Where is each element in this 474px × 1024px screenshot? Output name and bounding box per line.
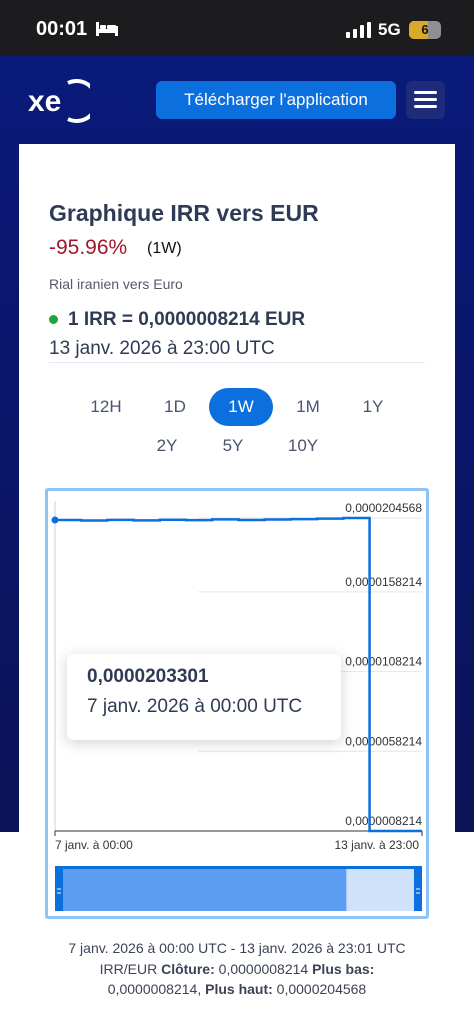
battery-label: 6 <box>421 22 429 37</box>
live-indicator-icon <box>49 315 58 324</box>
tab-10y[interactable]: 10Y <box>281 427 325 465</box>
pair-label: IRR/EUR <box>99 961 158 977</box>
range-summary: 7 janv. 2026 à 00:00 UTC - 13 janv. 2026… <box>68 940 406 956</box>
currency-subtitle: Rial iranien vers Euro <box>49 276 183 292</box>
divider <box>49 362 425 363</box>
status-time: 00:01 <box>36 18 88 40</box>
tab-1y[interactable]: 1Y <box>353 388 393 426</box>
download-app-button[interactable]: Télécharger l'application <box>156 81 396 119</box>
tab-1m[interactable]: 1M <box>288 388 328 426</box>
tooltip-date: 7 janv. 2026 à 00:00 UTC <box>87 696 303 717</box>
battery-icon: 6 <box>409 21 441 39</box>
tooltip-value: 0,0000203301 <box>87 666 209 687</box>
low-high-summary: 0,0000008214, Plus haut: 0,0000204568 <box>107 981 367 997</box>
tab-5y[interactable]: 5Y <box>213 427 253 465</box>
rate-value: 1 IRR = 0,0000008214 EUR <box>68 309 306 330</box>
menu-button[interactable] <box>406 81 445 119</box>
percent-change: -95.96% <box>49 236 128 259</box>
rate-date: 13 janv. 2026 à 23:00 UTC <box>49 338 275 359</box>
close-value: 0,0000008214 <box>218 961 309 977</box>
y-tick-label: 0,0000204568 <box>345 501 422 515</box>
chart-tooltip: 0,0000203301 7 janv. 2026 à 00:00 UTC <box>67 654 341 740</box>
status-bar: 00:01 5G 6 <box>0 0 474 56</box>
y-tick-label: 0,0000058214 <box>345 734 422 748</box>
x-tick-label: 7 janv. à 00:00 <box>55 838 133 852</box>
network-label: 5G <box>378 20 401 39</box>
hover-point <box>51 516 59 524</box>
y-tick-label: 0,0000158214 <box>345 575 422 589</box>
period-label: (1W) <box>147 240 182 257</box>
tab-12h[interactable]: 12H <box>86 388 126 426</box>
high-label: Plus haut: <box>205 981 273 997</box>
signal-icon <box>346 22 371 38</box>
high-value: 0,0000204568 <box>276 981 367 997</box>
low-value: 0,0000008214 <box>107 981 198 997</box>
tab-2y[interactable]: 2Y <box>147 427 187 465</box>
x-tick-label: 13 janv. à 23:00 <box>334 838 419 852</box>
page-title: Graphique IRR vers EUR <box>49 200 319 226</box>
tab-1w[interactable]: 1W <box>209 388 273 426</box>
tab-1d[interactable]: 1D <box>155 388 195 426</box>
y-tick-label: 0,0000108214 <box>345 655 422 669</box>
y-tick-label: 0,0000008214 <box>345 814 422 828</box>
logo-text: xe <box>28 85 61 118</box>
close-low-summary: IRR/EUR Clôture: 0,0000008214 Plus bas: <box>30 961 444 977</box>
low-label: Plus bas: <box>312 961 375 977</box>
xe-logo[interactable]: xe <box>28 79 90 123</box>
close-label: Clôture: <box>161 961 215 977</box>
navigator-outline <box>55 866 422 869</box>
navigator-series <box>55 869 347 911</box>
sleep-mode-icon <box>96 22 118 36</box>
